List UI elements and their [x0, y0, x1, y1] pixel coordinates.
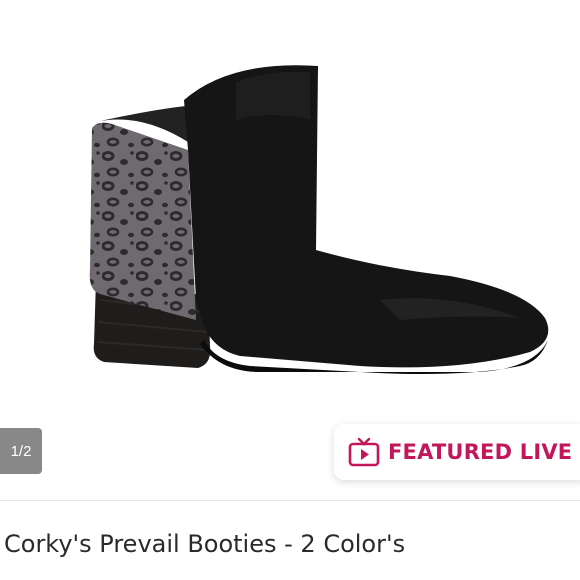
listing-title: Corky's Prevail Booties - 2 Color's: [4, 530, 406, 558]
featured-live-label: FEATURED LIVE: [388, 440, 573, 464]
tv-play-icon: [348, 437, 380, 467]
divider: [0, 500, 580, 501]
featured-live-badge[interactable]: FEATURED LIVE: [334, 424, 580, 480]
image-counter: 1/2: [0, 428, 42, 474]
